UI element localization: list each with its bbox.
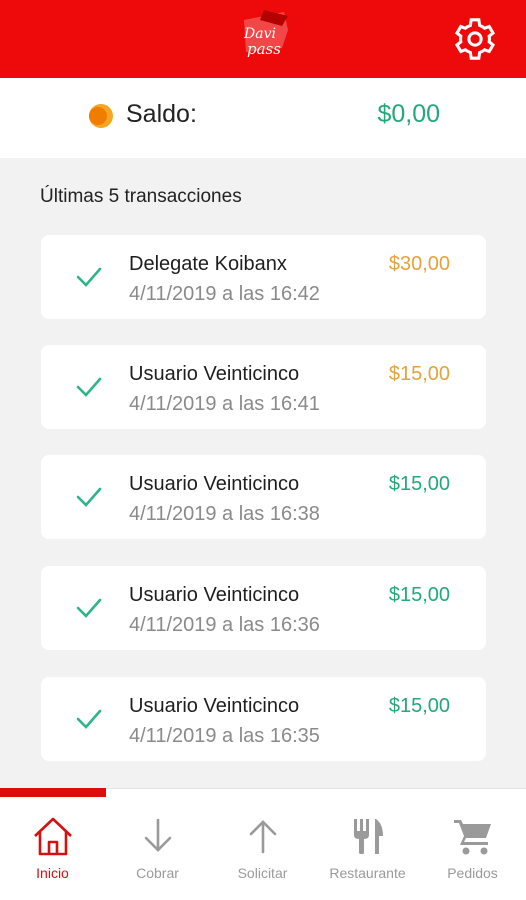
transaction-name: Delegate Koibanx <box>129 253 287 275</box>
nav-cobrar[interactable]: Cobrar <box>105 814 210 894</box>
balance-label: Saldo: <box>126 100 197 128</box>
transaction-card[interactable]: Usuario Veinticinco 4/11/2019 a las 16:3… <box>41 455 486 539</box>
check-icon <box>76 267 102 287</box>
nav-label: Solicitar <box>237 865 288 881</box>
check-icon <box>76 598 102 618</box>
coin-icon <box>89 104 113 128</box>
transaction-card[interactable]: Usuario Veinticinco 4/11/2019 a las 16:3… <box>41 677 486 761</box>
transaction-card[interactable]: Usuario Veinticinco 4/11/2019 a las 16:4… <box>41 345 486 429</box>
transaction-name: Usuario Veinticinco <box>129 473 300 495</box>
transaction-amount: $30,00 <box>388 253 450 275</box>
transaction-amount: $15,00 <box>388 473 450 495</box>
davipass-logo: Davi pass <box>243 10 288 58</box>
transaction-date: 4/11/2019 a las 16:36 <box>129 614 320 636</box>
transaction-name: Usuario Veinticinco <box>129 584 300 606</box>
nav-label: Cobrar <box>136 865 179 881</box>
transaction-card[interactable]: Usuario Veinticinco 4/11/2019 a las 16:3… <box>41 566 486 650</box>
arrow-up-icon <box>249 820 276 854</box>
transaction-date: 4/11/2019 a las 16:38 <box>129 503 320 525</box>
app-header: Davi pass <box>0 0 526 78</box>
transactions-title: Últimas 5 transacciones <box>40 186 242 207</box>
nav-restaurante[interactable]: Restaurante <box>315 814 420 894</box>
check-icon <box>76 487 102 507</box>
nav-inicio[interactable]: Inicio <box>0 814 105 894</box>
transaction-card[interactable]: Delegate Koibanx 4/11/2019 a las 16:42 $… <box>41 235 486 319</box>
nav-label: Restaurante <box>329 865 406 881</box>
nav-label: Inicio <box>36 865 69 881</box>
nav-label: Pedidos <box>447 865 498 881</box>
transaction-date: 4/11/2019 a las 16:35 <box>129 725 320 747</box>
fork-knife-icon <box>353 819 383 854</box>
nav-pedidos[interactable]: Pedidos <box>420 814 525 894</box>
balance-panel <box>0 78 526 158</box>
gear-icon[interactable] <box>452 16 498 62</box>
home-icon <box>33 817 72 856</box>
transaction-date: 4/11/2019 a las 16:42 <box>129 283 320 305</box>
transaction-amount: $15,00 <box>388 363 450 385</box>
svg-text:pass: pass <box>247 40 281 58</box>
transaction-amount: $15,00 <box>388 695 450 717</box>
balance-value: $0,00 <box>377 100 440 128</box>
cart-icon <box>453 820 491 855</box>
transaction-amount: $15,00 <box>388 584 450 606</box>
arrow-down-icon <box>144 818 171 852</box>
transaction-date: 4/11/2019 a las 16:41 <box>129 393 320 415</box>
check-icon <box>76 377 102 397</box>
nav-solicitar[interactable]: Solicitar <box>210 814 315 894</box>
check-icon <box>76 709 102 729</box>
active-tab-indicator <box>0 788 106 797</box>
transaction-name: Usuario Veinticinco <box>129 363 300 385</box>
transaction-name: Usuario Veinticinco <box>129 695 300 717</box>
